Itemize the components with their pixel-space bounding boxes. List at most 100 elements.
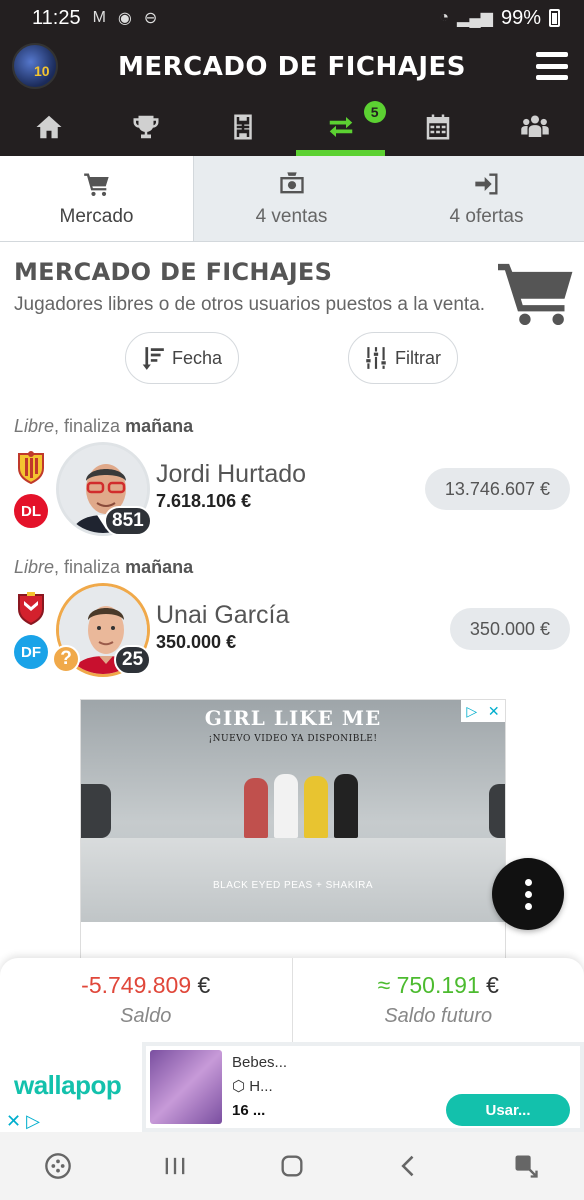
- ad-banner-image: GIRL LIKE ME ¡NUEVO VIDEO YA DISPONIBLE!…: [81, 700, 505, 922]
- player-market-value: 350.000 €: [156, 632, 237, 652]
- player-row[interactable]: Libre, finaliza mañana DL 851 Jordi Hurt…: [0, 416, 584, 556]
- market-header: MERCADO DE FICHAJES Jugadores libres o d…: [14, 258, 574, 328]
- product-price: 16 ...: [232, 1102, 266, 1119]
- ad-artist: BLACK EYED PEAS + SHAKIRA: [212, 880, 374, 891]
- eye-icon: ◉: [117, 10, 132, 27]
- keyboard-switch-button[interactable]: [467, 1152, 584, 1180]
- box-icon: ⬡: [232, 1078, 246, 1095]
- player-status: Libre, finaliza mañana: [14, 557, 194, 577]
- wallapop-ad-brand[interactable]: wallapop ✕ ▷: [0, 1042, 142, 1132]
- cart-icon: [83, 173, 109, 196]
- recents-button[interactable]: [117, 1152, 234, 1180]
- nav-home[interactable]: [0, 98, 97, 156]
- product-subtitle: ⬡ H...: [232, 1078, 273, 1095]
- filter-bar: Fecha Filtrar: [0, 332, 584, 384]
- market-title: MERCADO DE FICHAJES: [14, 258, 333, 286]
- player-name: Unai García: [156, 601, 290, 629]
- calendar-icon: [426, 114, 450, 140]
- player-status: Libre, finaliza mañana: [14, 416, 194, 436]
- team-crest-icon: [16, 591, 46, 626]
- balance-label: Saldo: [120, 1005, 172, 1027]
- balance-future: ≈ 750.191 € Saldo futuro: [291, 958, 584, 1042]
- status-bar: 11:25 M ◉ ⊖ ◔ ▂▄▆ 99%: [0, 0, 584, 36]
- back-button[interactable]: [350, 1152, 467, 1180]
- keyboard-icon: [515, 1155, 538, 1178]
- market-subtabs: Mercado 4 ventas 4 ofertas: [0, 156, 584, 242]
- question-icon: ?: [52, 645, 80, 673]
- player-points: 851: [104, 506, 152, 536]
- transfer-icon: [329, 117, 352, 137]
- use-button[interactable]: Usar...: [446, 1094, 570, 1126]
- home-button[interactable]: [234, 1152, 351, 1180]
- filter-label: Filtrar: [395, 347, 441, 368]
- player-name: Jordi Hurtado: [156, 460, 307, 488]
- system-nav-bar: [0, 1132, 584, 1200]
- player-market-value: 7.618.106 €: [156, 491, 252, 511]
- sort-date-button[interactable]: Fecha: [125, 332, 240, 384]
- future-balance-value: ≈ 750.191: [377, 972, 480, 998]
- product-title: Bebes...: [232, 1054, 288, 1071]
- home-icon: [36, 115, 62, 139]
- position-badge: DF: [14, 635, 48, 669]
- sign-in-icon: [474, 173, 497, 194]
- player-row[interactable]: Libre, finaliza mañana DF ? 25 Unai Garc…: [0, 557, 584, 697]
- sort-date-label: Fecha: [172, 347, 223, 368]
- app-header: 10 MERCADO DE FICHAJES 5: [0, 36, 584, 156]
- nav-trophy[interactable]: [97, 98, 194, 156]
- nav-lineup[interactable]: [195, 98, 292, 156]
- market-subtitle: Jugadores libres o de otros usuarios pue…: [14, 294, 486, 315]
- nav-calendar[interactable]: [389, 98, 486, 156]
- battery-level: 99%: [500, 6, 541, 29]
- trophy-icon: [133, 115, 159, 139]
- player-points: 25: [114, 645, 152, 675]
- field-icon: [234, 114, 253, 140]
- menu-icon[interactable]: [536, 52, 568, 80]
- wallapop-logo: wallapop: [14, 1070, 122, 1100]
- sale-price[interactable]: 350.000 €: [449, 608, 570, 650]
- tab-mercado-label: Mercado: [59, 205, 134, 227]
- market-count-badge: 5: [363, 101, 386, 123]
- balance-value: -5.749.809: [81, 972, 192, 998]
- game-launcher-button[interactable]: [0, 1152, 117, 1180]
- balance-currency: €: [197, 972, 211, 998]
- shopping-cart-icon: [498, 262, 574, 326]
- back-icon: [401, 1155, 414, 1177]
- tab-ventas[interactable]: 4 ventas: [194, 156, 389, 241]
- tab-mercado[interactable]: Mercado: [0, 156, 194, 241]
- tab-ofertas[interactable]: 4 ofertas: [389, 156, 584, 241]
- sliders-icon: [366, 347, 386, 369]
- balance-current: -5.749.809 € Saldo: [0, 958, 292, 1042]
- product-image: [150, 1050, 222, 1124]
- battery-icon: [549, 9, 560, 27]
- clock: 11:25: [32, 6, 81, 29]
- ad-close-icon[interactable]: ✕ ▷: [6, 1111, 40, 1132]
- sort-icon: [142, 347, 164, 370]
- do-not-disturb-icon: ⊖: [143, 10, 158, 27]
- ad-subtitle: ¡NUEVO VIDEO YA DISPONIBLE!: [208, 734, 378, 744]
- sale-price[interactable]: 13.746.607 €: [424, 468, 570, 510]
- future-balance-label: Saldo futuro: [384, 1005, 493, 1027]
- recents-icon: [165, 1157, 185, 1175]
- ad-product-card[interactable]: Bebes... ⬡ H... 16 ... Usar...: [146, 1046, 580, 1128]
- bottom-ad[interactable]: wallapop ✕ ▷ Bebes... ⬡ H... 16 ... Usar…: [0, 1042, 584, 1132]
- money-icon: [279, 171, 304, 193]
- tab-ventas-label: 4 ventas: [255, 205, 328, 227]
- position-badge: DL: [14, 494, 48, 528]
- video-ad[interactable]: GIRL LIKE ME ¡NUEVO VIDEO YA DISPONIBLE!…: [80, 699, 506, 961]
- gamepad-icon: [45, 1153, 72, 1179]
- ad-title: GIRL LIKE ME: [204, 706, 382, 730]
- filter-button[interactable]: Filtrar: [348, 332, 458, 384]
- nav-community[interactable]: [487, 98, 584, 156]
- ad-artists-image: [231, 772, 371, 838]
- home-circle-icon: [281, 1155, 303, 1177]
- nav-market[interactable]: 5: [292, 98, 389, 156]
- more-options-button[interactable]: [492, 858, 564, 930]
- app-title: MERCADO DE FICHAJES: [117, 52, 467, 82]
- signal-icon: ▂▄▆: [457, 10, 493, 27]
- team-crest-icon: [16, 450, 46, 485]
- balance-panel: -5.749.809 € Saldo ≈ 750.191 € Saldo fut…: [0, 958, 584, 1042]
- ad-choices-icon[interactable]: ▷ ✕: [461, 700, 505, 722]
- future-balance-currency: €: [486, 972, 499, 998]
- wifi-icon: ◔: [439, 9, 450, 26]
- tab-ofertas-label: 4 ofertas: [449, 205, 524, 227]
